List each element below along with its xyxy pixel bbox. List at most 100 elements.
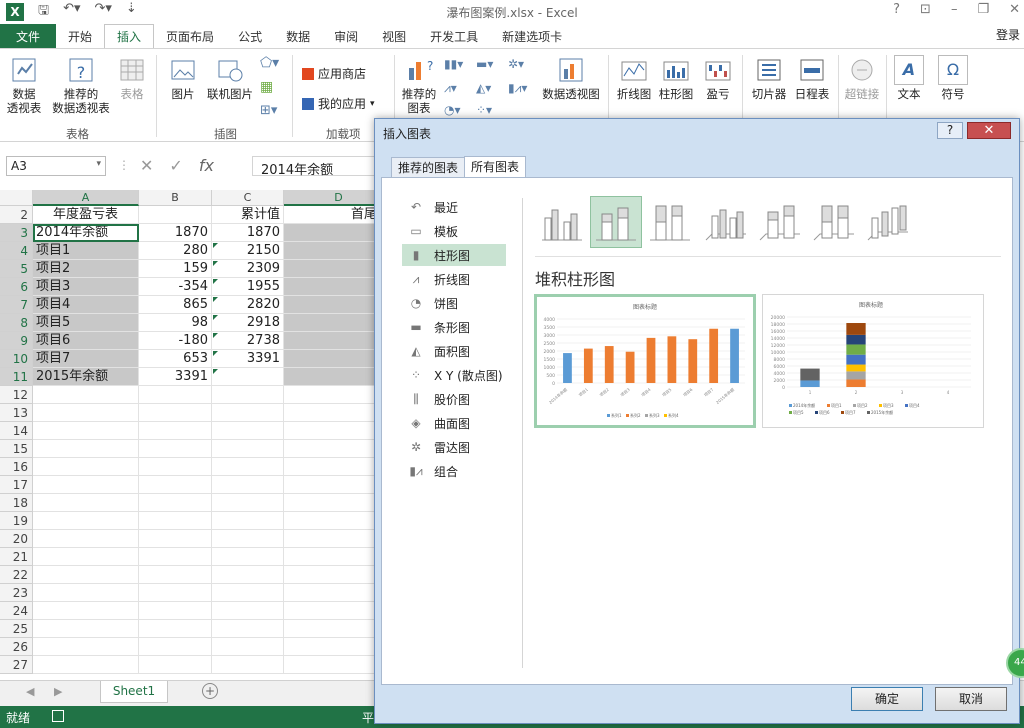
cell-d10[interactable] <box>284 350 376 368</box>
cell-c8[interactable]: 2918 <box>212 314 284 332</box>
macro-record-icon[interactable] <box>52 710 64 722</box>
sparkline-winloss-button[interactable]: 盈亏 <box>700 55 736 101</box>
cell-d18[interactable] <box>284 494 376 512</box>
cell-b17[interactable] <box>139 476 212 494</box>
row-header[interactable]: 12 <box>0 386 33 404</box>
tab-review[interactable]: 审阅 <box>322 24 370 48</box>
cell-a24[interactable] <box>33 602 139 620</box>
line-chart-menu-icon[interactable]: ⩘▾ <box>444 81 457 96</box>
worksheet-grid[interactable]: A B C D 2年度盈亏表累计值首尾值32014年余额1870187014项目… <box>0 190 376 680</box>
cell-d21[interactable] <box>284 548 376 566</box>
cancel-icon[interactable]: ✕ <box>140 156 153 175</box>
cell-a3[interactable]: 2014年余额 <box>33 224 139 242</box>
cell-c4[interactable]: 2150 <box>212 242 284 260</box>
row-header[interactable]: 14 <box>0 422 33 440</box>
tab-recommended-charts[interactable]: 推荐的图表 <box>391 157 466 178</box>
tab-view[interactable]: 视图 <box>370 24 418 48</box>
row-header[interactable]: 3 <box>0 224 33 242</box>
cell-d9[interactable] <box>284 332 376 350</box>
row-header[interactable]: 4 <box>0 242 33 260</box>
row-header[interactable]: 22 <box>0 566 33 584</box>
cell-b9[interactable]: -180 <box>139 332 212 350</box>
subtype-3d-column[interactable] <box>862 196 914 248</box>
cell-a13[interactable] <box>33 404 139 422</box>
help-button[interactable]: ? <box>893 2 900 17</box>
cell-c14[interactable] <box>212 422 284 440</box>
symbol-button[interactable]: Ω 符号 <box>936 55 970 101</box>
cell-a14[interactable] <box>33 422 139 440</box>
cell-b13[interactable] <box>139 404 212 422</box>
cell-d16[interactable] <box>284 458 376 476</box>
row-header[interactable]: 27 <box>0 656 33 674</box>
pie-chart-menu-icon[interactable]: ◔▾ <box>444 103 461 117</box>
cell-a5[interactable]: 项目2 <box>33 260 139 278</box>
column-header-a[interactable]: A <box>33 190 139 206</box>
cell-c2[interactable]: 累计值 <box>212 206 284 224</box>
cell-c10[interactable]: 3391 <box>212 350 284 368</box>
sparkline-line-button[interactable]: 折线图 <box>614 55 654 101</box>
shapes-icon[interactable]: ⬠▾ <box>260 55 279 71</box>
cell-c19[interactable] <box>212 512 284 530</box>
tab-data[interactable]: 数据 <box>274 24 322 48</box>
sheet-tab-sheet1[interactable]: Sheet1 <box>100 681 168 703</box>
row-header[interactable]: 10 <box>0 350 33 368</box>
screenshot-icon[interactable]: ⊞▾ <box>260 103 277 118</box>
cell-b12[interactable] <box>139 386 212 404</box>
cell-a27[interactable] <box>33 656 139 674</box>
ok-button[interactable]: 确定 <box>851 687 923 711</box>
cell-a7[interactable]: 项目4 <box>33 296 139 314</box>
enter-icon[interactable]: ✓ <box>169 156 182 175</box>
dialog-close-button[interactable]: ✕ <box>967 122 1011 139</box>
column-header-d[interactable]: D <box>284 190 376 206</box>
cell-d4[interactable] <box>284 242 376 260</box>
cell-b20[interactable] <box>139 530 212 548</box>
cell-d20[interactable] <box>284 530 376 548</box>
cell-d17[interactable] <box>284 476 376 494</box>
chart-type-item[interactable]: ✲ 雷达图 <box>402 436 506 458</box>
column-header-c[interactable]: C <box>212 190 284 206</box>
online-picture-button[interactable]: 联机图片 <box>204 55 256 101</box>
cell-a16[interactable] <box>33 458 139 476</box>
cell-b7[interactable]: 865 <box>139 296 212 314</box>
tab-home[interactable]: 开始 <box>56 24 104 48</box>
cell-b11[interactable]: 3391 <box>139 368 212 386</box>
chart-type-item[interactable]: ▭ 模板 <box>402 220 506 242</box>
cell-b8[interactable]: 98 <box>139 314 212 332</box>
row-header[interactable]: 25 <box>0 620 33 638</box>
cell-a25[interactable] <box>33 620 139 638</box>
cell-d8[interactable] <box>284 314 376 332</box>
combo-chart-menu-icon[interactable]: ▮⩘▾ <box>508 81 527 96</box>
cell-c17[interactable] <box>212 476 284 494</box>
cell-c27[interactable] <box>212 656 284 674</box>
cell-c25[interactable] <box>212 620 284 638</box>
cell-d7[interactable] <box>284 296 376 314</box>
row-header[interactable]: 7 <box>0 296 33 314</box>
cell-c16[interactable] <box>212 458 284 476</box>
chart-type-item[interactable]: ▮⩘ 组合 <box>402 460 506 482</box>
area-chart-menu-icon[interactable]: ◭▾ <box>476 81 491 95</box>
radar-chart-menu-icon[interactable]: ✲▾ <box>508 57 524 71</box>
cell-c20[interactable] <box>212 530 284 548</box>
cell-b27[interactable] <box>139 656 212 674</box>
subtype-stacked-column[interactable] <box>590 196 642 248</box>
name-box[interactable]: A3 ▾ <box>6 156 106 176</box>
cell-d11[interactable]: 3 <box>284 368 376 386</box>
cell-d19[interactable] <box>284 512 376 530</box>
cell-d15[interactable] <box>284 440 376 458</box>
cell-c18[interactable] <box>212 494 284 512</box>
chart-preview-2[interactable]: 图表标题 0 2000 4000 6000 8000 10000 12000 14000 1600… <box>762 294 984 428</box>
cell-a12[interactable] <box>33 386 139 404</box>
cell-a26[interactable] <box>33 638 139 656</box>
row-header[interactable]: 6 <box>0 278 33 296</box>
cell-c24[interactable] <box>212 602 284 620</box>
picture-button[interactable]: 图片 <box>166 55 200 101</box>
text-button[interactable]: A 文本 <box>892 55 926 101</box>
close-window-button[interactable]: ✕ <box>1009 2 1020 17</box>
row-header[interactable]: 20 <box>0 530 33 548</box>
chart-type-item[interactable]: ⩘ 折线图 <box>402 268 506 290</box>
cell-c5[interactable]: 2309 <box>212 260 284 278</box>
chart-type-item[interactable]: ◭ 面积图 <box>402 340 506 362</box>
hyperlink-button[interactable]: 超链接 <box>842 55 882 101</box>
chart-type-item[interactable]: ◔ 饼图 <box>402 292 506 314</box>
table-button[interactable]: 表格 <box>114 55 150 101</box>
